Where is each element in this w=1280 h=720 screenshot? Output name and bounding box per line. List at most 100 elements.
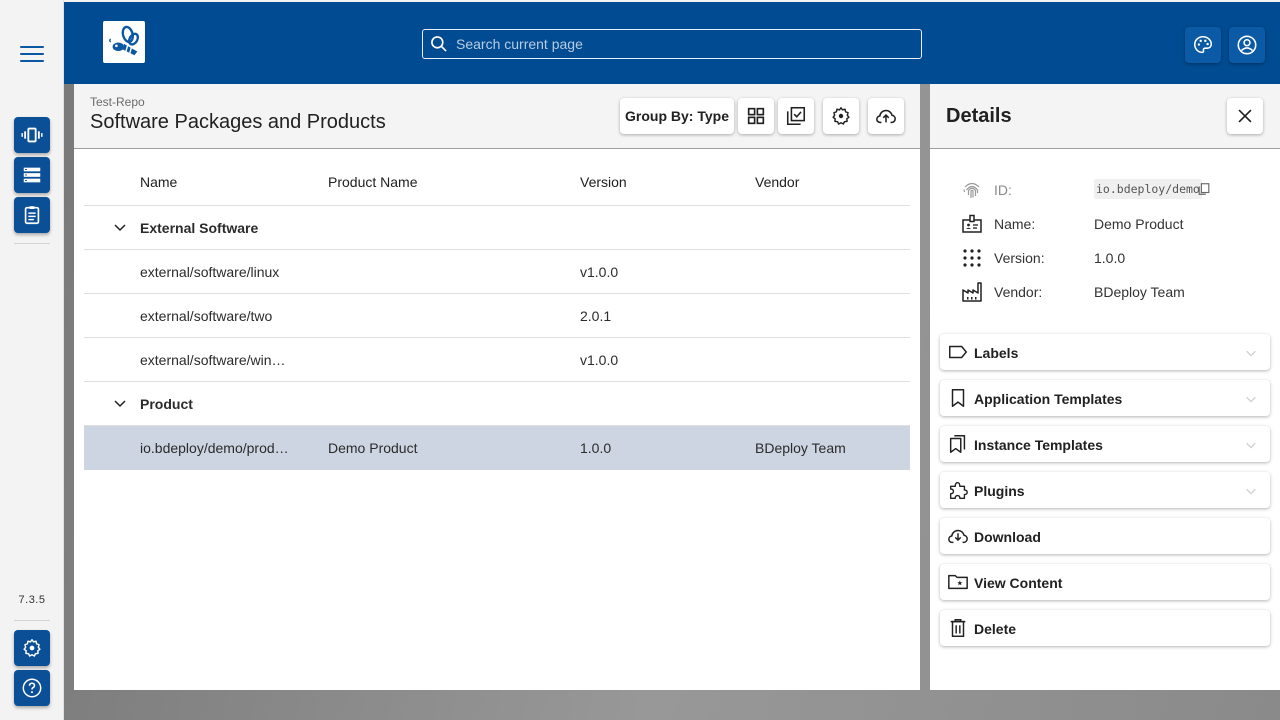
menu-icon bbox=[20, 46, 44, 48]
search-icon bbox=[431, 36, 447, 52]
cell-version: v1.0.0 bbox=[580, 352, 619, 368]
action-label: Delete bbox=[974, 621, 1017, 637]
column-header-product-name[interactable]: Product Name bbox=[328, 174, 548, 190]
delete-button[interactable]: Delete bbox=[940, 610, 1270, 646]
panel-label: Instance Templates bbox=[974, 437, 1103, 453]
chevron-down-icon bbox=[1246, 488, 1256, 495]
bookmark-icon bbox=[951, 389, 965, 407]
packages-table: Name Product Name Version Vendor Externa… bbox=[84, 149, 910, 470]
group-row-external-software[interactable]: External Software bbox=[84, 206, 910, 250]
rail-repositories-button[interactable] bbox=[14, 157, 50, 193]
page-title: Software Packages and Products bbox=[90, 111, 386, 133]
main-panel: Test-Repo Software Packages and Products… bbox=[74, 84, 920, 690]
menu-button[interactable] bbox=[20, 46, 44, 62]
account-icon bbox=[1237, 35, 1257, 55]
table-row[interactable]: external/software/win… v1.0.0 bbox=[84, 338, 910, 382]
search-input[interactable] bbox=[456, 36, 921, 52]
label-icon bbox=[949, 345, 967, 359]
factory-icon bbox=[962, 282, 982, 302]
prop-label: Version: bbox=[994, 250, 1045, 266]
bookmarks-icon bbox=[949, 435, 966, 453]
extension-icon bbox=[949, 481, 968, 499]
prop-version: Version: 1.0.0 bbox=[960, 246, 1260, 270]
prop-label: Name: bbox=[994, 216, 1036, 232]
cell-name: io.bdeploy/demo/prod… bbox=[140, 440, 289, 456]
grid-icon bbox=[747, 107, 765, 125]
cell-name: external/software/linux bbox=[140, 264, 280, 280]
table-row-selected[interactable]: io.bdeploy/demo/prod… Demo Product 1.0.0… bbox=[84, 426, 910, 470]
vibration-icon bbox=[21, 127, 43, 143]
download-button[interactable]: Download bbox=[940, 518, 1270, 554]
settings-button[interactable] bbox=[14, 630, 50, 666]
close-details-button[interactable] bbox=[1227, 98, 1263, 134]
gear-icon bbox=[832, 107, 850, 125]
cloud-download-icon bbox=[948, 529, 968, 544]
table-row[interactable]: external/software/two 2.0.1 bbox=[84, 294, 910, 338]
user-button[interactable] bbox=[1229, 27, 1265, 63]
chevron-down-icon[interactable] bbox=[112, 219, 128, 235]
action-label: View Content bbox=[974, 575, 1063, 591]
group-label: External Software bbox=[140, 220, 259, 236]
breadcrumb[interactable]: Test-Repo bbox=[90, 95, 145, 109]
copy-icon[interactable] bbox=[1197, 182, 1211, 196]
nav-rail: 7.3.5 bbox=[0, 0, 64, 720]
details-header: Details bbox=[930, 84, 1280, 149]
grid-view-button[interactable] bbox=[738, 98, 774, 134]
chevron-down-icon bbox=[1246, 442, 1256, 449]
rail-divider bbox=[14, 620, 50, 621]
theme-button[interactable] bbox=[1185, 27, 1221, 63]
cell-vendor: BDeploy Team bbox=[755, 440, 846, 456]
group-row-product[interactable]: Product bbox=[84, 382, 910, 426]
view-content-button[interactable]: View Content bbox=[940, 564, 1270, 600]
prop-value: 1.0.0 bbox=[1094, 250, 1126, 266]
delete-icon bbox=[950, 619, 966, 637]
close-icon bbox=[1238, 109, 1252, 123]
rail-instances-button[interactable] bbox=[14, 117, 50, 153]
group-by-button[interactable]: Group By: Type bbox=[620, 98, 734, 134]
instance-templates-panel[interactable]: Instance Templates bbox=[940, 426, 1270, 462]
settings-toolbar-button[interactable] bbox=[823, 98, 859, 134]
panel-label: Labels bbox=[974, 345, 1019, 361]
plugins-panel[interactable]: Plugins bbox=[940, 472, 1270, 508]
gear-icon bbox=[23, 639, 41, 657]
cell-version: 2.0.1 bbox=[580, 308, 612, 324]
help-button[interactable] bbox=[14, 670, 50, 706]
bdeploy-logo[interactable] bbox=[103, 21, 145, 63]
prop-label: ID: bbox=[994, 182, 1012, 198]
prop-id: ID: io.bdeploy/demo bbox=[960, 178, 1260, 202]
storage-icon bbox=[23, 167, 41, 183]
menu-icon-line bbox=[20, 53, 44, 55]
app-version: 7.3.5 bbox=[18, 594, 46, 606]
cell-name: external/software/win… bbox=[140, 352, 286, 368]
bulk-select-button[interactable] bbox=[778, 98, 814, 134]
search-field[interactable] bbox=[422, 29, 922, 59]
id-value: io.bdeploy/demo bbox=[1094, 179, 1202, 199]
library-add-check-icon bbox=[786, 106, 806, 126]
cell-version: 1.0.0 bbox=[580, 440, 612, 456]
cell-name: external/software/two bbox=[140, 308, 273, 324]
table-row[interactable]: external/software/linux v1.0.0 bbox=[84, 250, 910, 294]
menu-icon-line bbox=[20, 60, 44, 62]
dots-grid-icon bbox=[963, 249, 981, 267]
prop-value: BDeploy Team bbox=[1094, 284, 1185, 300]
chevron-down-icon bbox=[1246, 350, 1256, 357]
action-label: Download bbox=[974, 529, 1041, 545]
rail-clipboard-button[interactable] bbox=[14, 197, 50, 233]
prop-label: Vendor: bbox=[994, 284, 1043, 300]
app-header bbox=[64, 0, 1280, 84]
panel-label: Plugins bbox=[974, 483, 1025, 499]
chevron-down-icon bbox=[1246, 396, 1256, 403]
prop-vendor: Vendor: BDeploy Team bbox=[960, 280, 1260, 304]
column-header-version[interactable]: Version bbox=[580, 174, 730, 190]
column-header-vendor[interactable]: Vendor bbox=[755, 174, 905, 190]
prop-name: Name: Demo Product bbox=[960, 212, 1260, 236]
cell-product-name: Demo Product bbox=[328, 440, 418, 456]
cell-version: v1.0.0 bbox=[580, 264, 619, 280]
table-header-row: Name Product Name Version Vendor bbox=[84, 149, 910, 206]
column-header-name[interactable]: Name bbox=[140, 174, 300, 190]
badge-icon bbox=[962, 214, 982, 233]
labels-panel[interactable]: Labels bbox=[940, 334, 1270, 370]
application-templates-panel[interactable]: Application Templates bbox=[940, 380, 1270, 416]
chevron-down-icon[interactable] bbox=[112, 395, 128, 411]
upload-button[interactable] bbox=[868, 98, 904, 134]
